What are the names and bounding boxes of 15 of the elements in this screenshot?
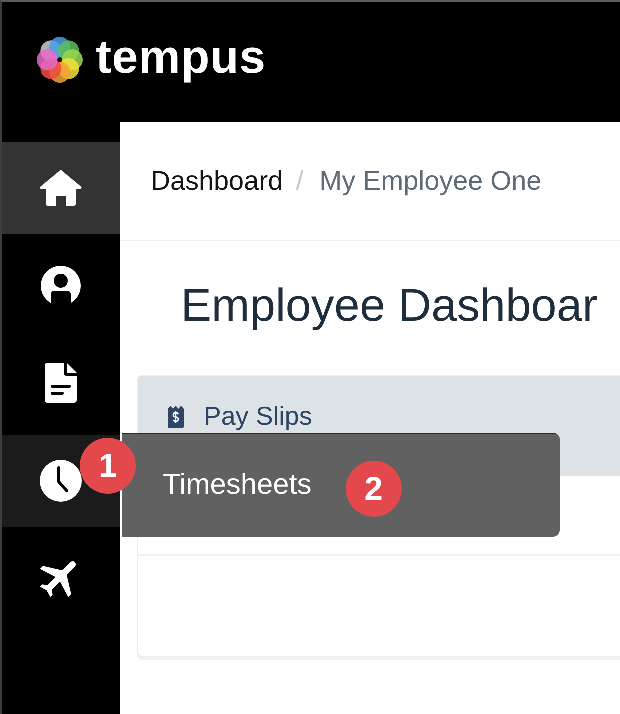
- clock-icon: [40, 460, 82, 502]
- page-title: Employee Dashboar: [181, 279, 599, 333]
- flower-logo-icon: [36, 36, 84, 84]
- breadcrumb-link[interactable]: Dashboard: [151, 166, 284, 196]
- home-nav-button[interactable]: [2, 142, 120, 234]
- breadcrumb-current: My Employee One: [320, 166, 542, 196]
- logo-text: tempus: [96, 32, 266, 82]
- step-marker-overlay: 2: [346, 460, 402, 516]
- breadcrumb-separator: /: [296, 166, 304, 196]
- home-icon: [39, 169, 83, 207]
- document-icon: [45, 363, 77, 403]
- receipt-icon: [168, 406, 184, 428]
- card-title: Pay Slips: [204, 404, 312, 429]
- user-icon: [41, 266, 81, 306]
- flyout-menu-item[interactable]: Timesheets: [163, 469, 312, 502]
